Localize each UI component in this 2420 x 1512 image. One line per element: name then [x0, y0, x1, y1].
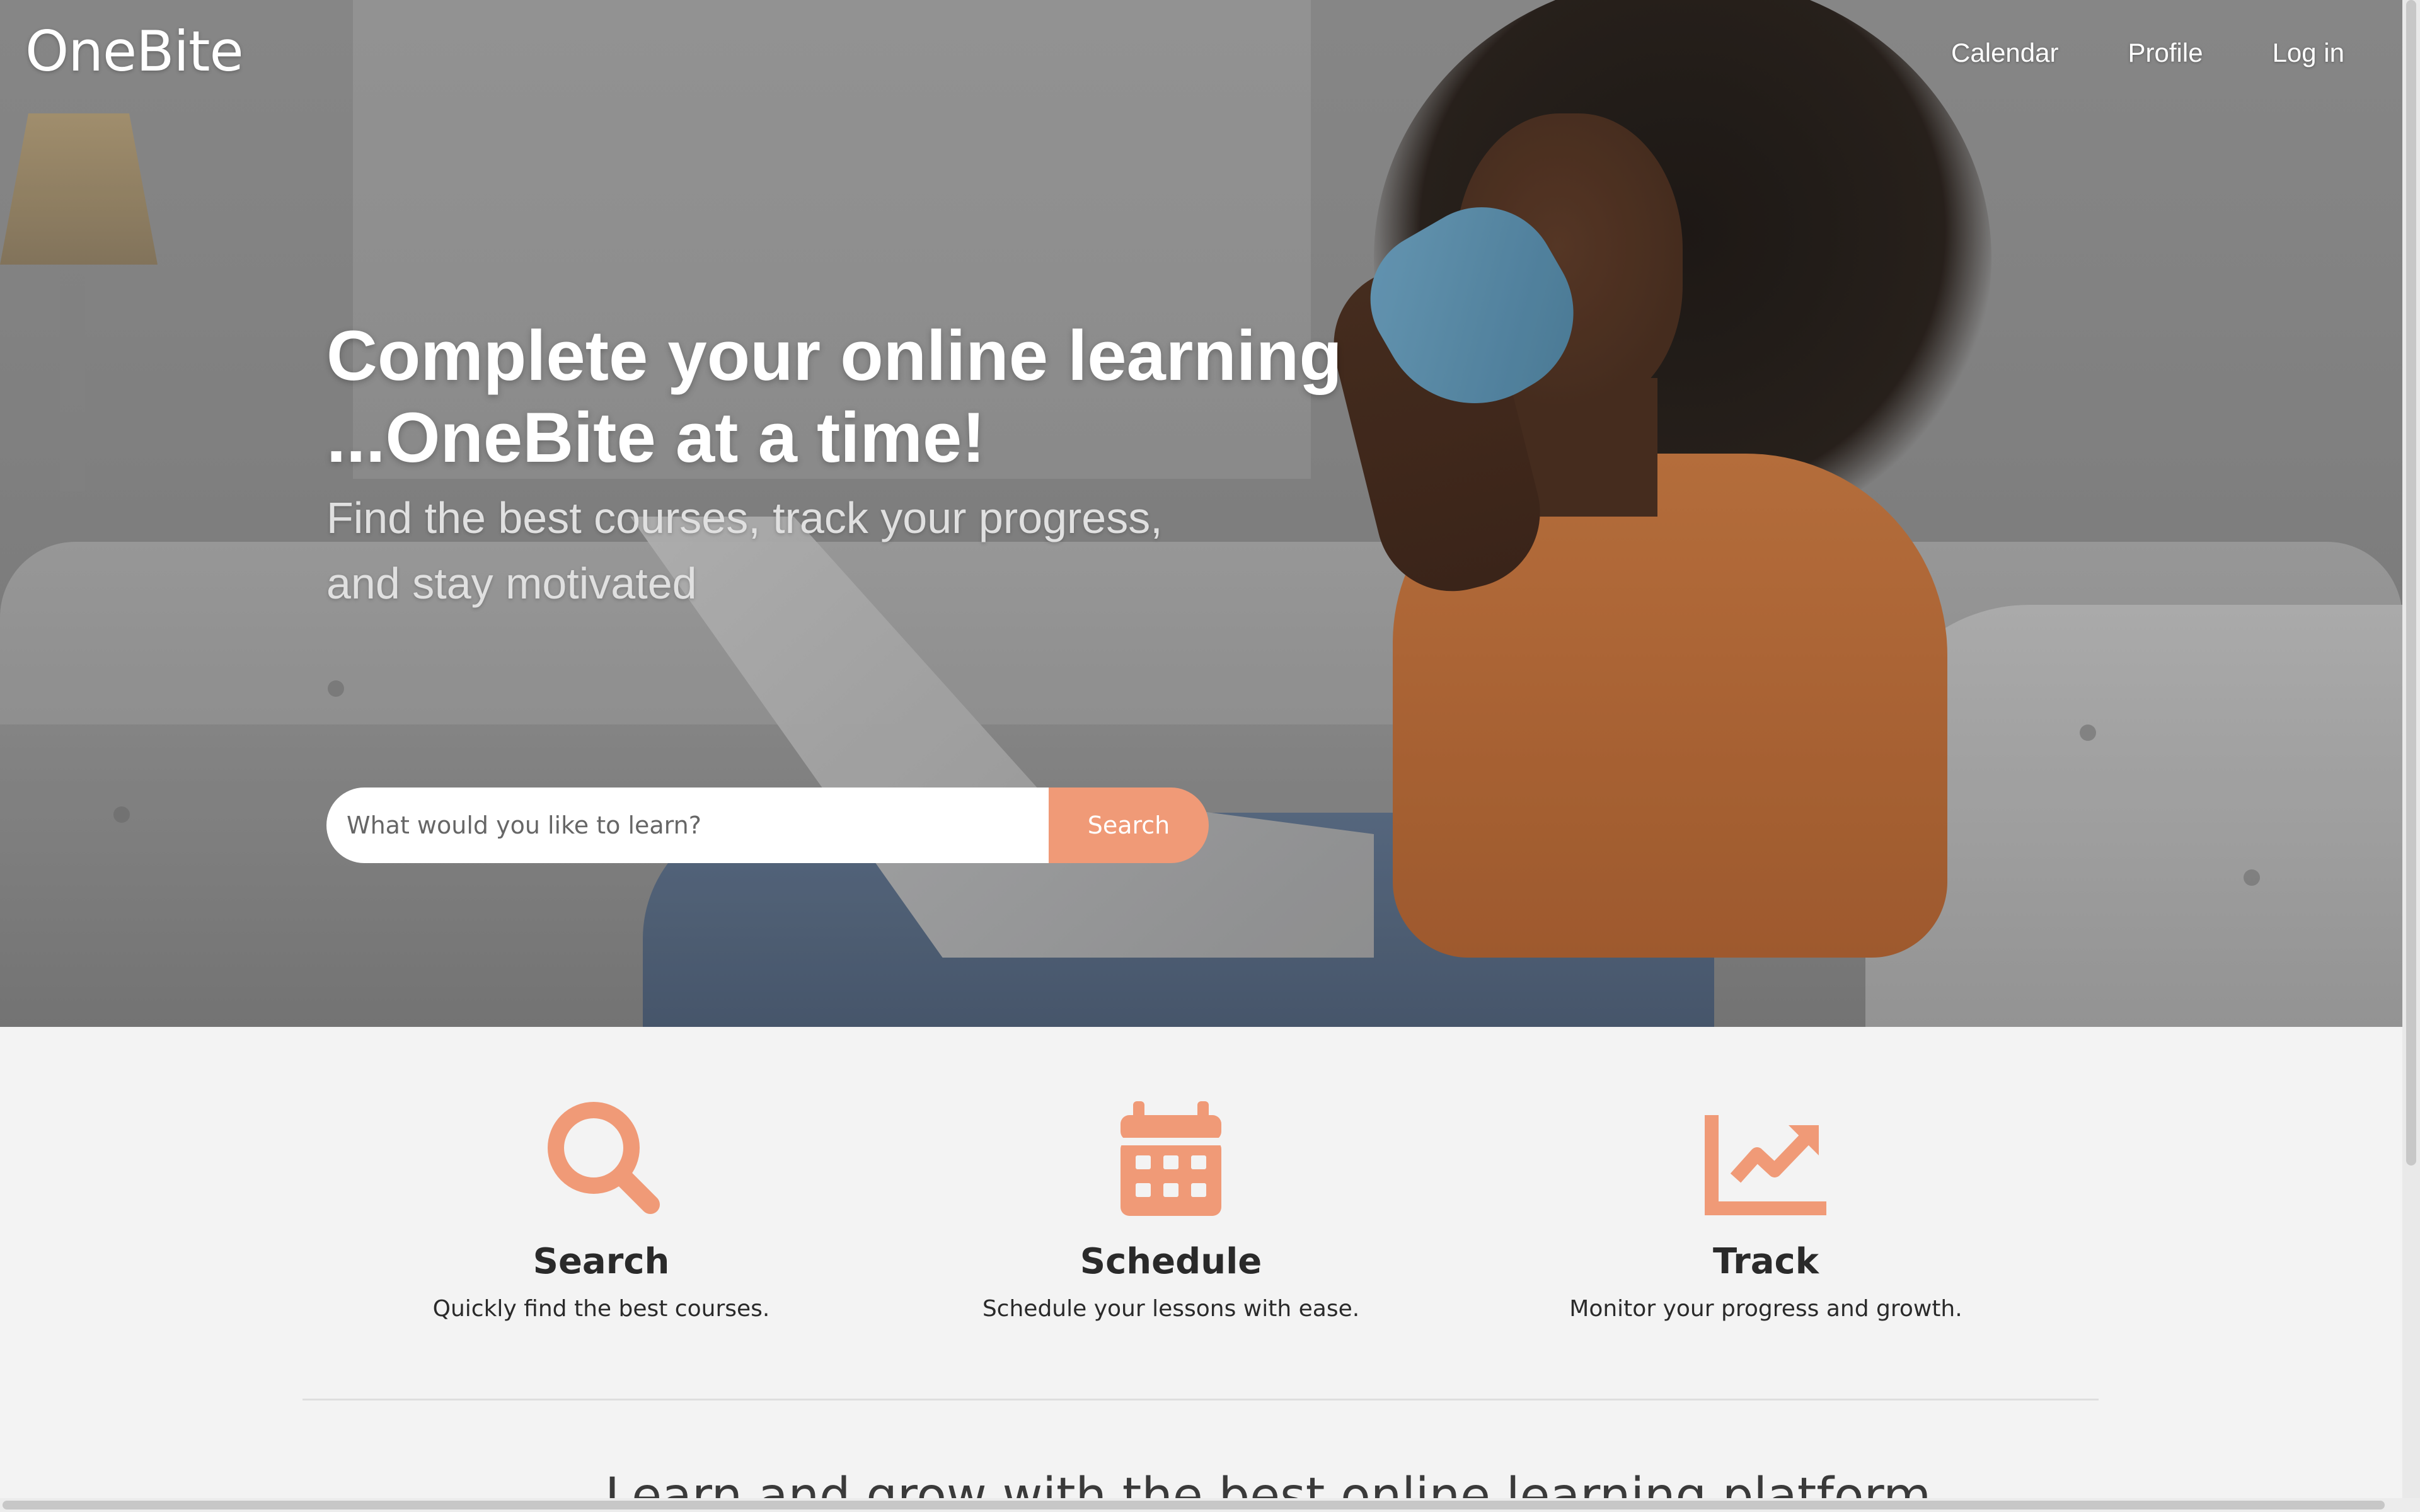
- vertical-scrollbar-thumb[interactable]: [2406, 0, 2416, 1166]
- logo[interactable]: OneBite: [25, 19, 244, 84]
- chart-line-icon: [1705, 1115, 1826, 1215]
- calendar-icon: [1121, 1101, 1221, 1216]
- features-section: Search Quickly find the best courses. Sc…: [0, 1027, 2402, 1512]
- feature-description: Schedule your lessons with ease.: [982, 1296, 1360, 1322]
- nav-link-profile[interactable]: Profile: [2128, 38, 2203, 68]
- hero-subheading-line2: and stay motivated: [326, 559, 697, 608]
- feature-title: Track: [1713, 1241, 1819, 1282]
- search-button[interactable]: Search: [1049, 788, 1209, 863]
- page: OneBite Calendar Profile Log in Complete…: [0, 0, 2420, 1512]
- horizontal-scrollbar[interactable]: [0, 1498, 2420, 1512]
- feature-schedule: Schedule Schedule your lessons with ease…: [887, 1096, 1455, 1322]
- search-icon: [548, 1102, 660, 1214]
- vertical-scrollbar[interactable]: [2402, 0, 2420, 1512]
- hero-section: OneBite Calendar Profile Log in Complete…: [0, 0, 2402, 1027]
- hero-subheading: Find the best courses, track your progre…: [326, 485, 1272, 616]
- horizontal-scrollbar-thumb[interactable]: [3, 1501, 2385, 1509]
- feature-track: Track Monitor your progress and growth.: [1482, 1096, 2049, 1322]
- search-bar: Search: [326, 788, 1209, 863]
- nav-link-login[interactable]: Log in: [2273, 38, 2344, 68]
- top-nav: Calendar Profile Log in: [1951, 38, 2344, 68]
- feature-description: Monitor your progress and growth.: [1569, 1296, 1962, 1322]
- hero-subheading-line1: Find the best courses, track your progre…: [326, 493, 1163, 542]
- section-divider: [302, 1399, 2099, 1400]
- hero-headline: Complete your online learning ...OneBite…: [326, 315, 1524, 479]
- search-input[interactable]: [326, 788, 1049, 863]
- hero-headline-line1: Complete your online learning: [326, 316, 1342, 395]
- nav-link-calendar[interactable]: Calendar: [1951, 38, 2058, 68]
- hero-headline-line2: ...OneBite at a time!: [326, 398, 986, 477]
- feature-description: Quickly find the best courses.: [432, 1296, 770, 1322]
- feature-search: Search Quickly find the best courses.: [318, 1096, 885, 1322]
- feature-title: Search: [533, 1241, 670, 1282]
- feature-title: Schedule: [1080, 1241, 1262, 1282]
